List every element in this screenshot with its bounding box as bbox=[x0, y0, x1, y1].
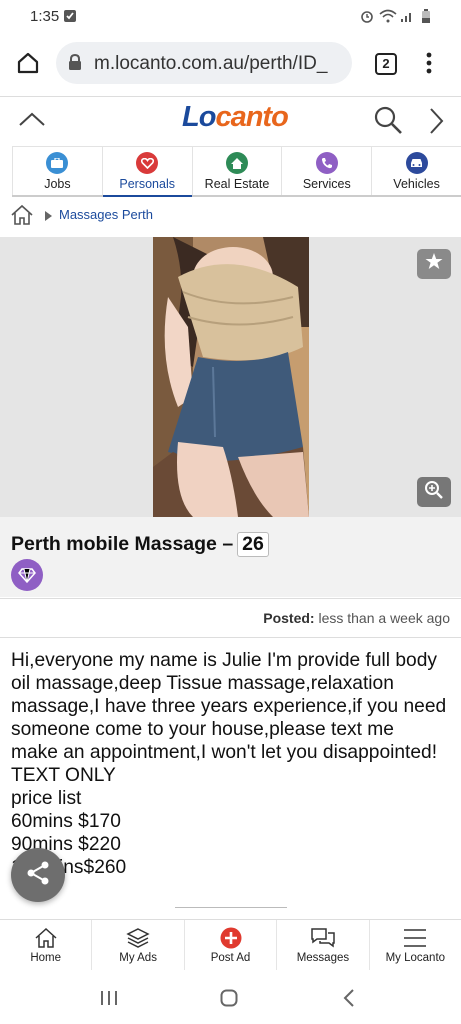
status-bar: 1:35 bbox=[0, 0, 461, 34]
browser-toolbar: m.locanto.com.au/perth/ID_ 2 bbox=[0, 34, 461, 97]
listing-photo[interactable] bbox=[153, 237, 309, 517]
description-line: Hi,everyone my name is Julie I'm provide… bbox=[11, 650, 437, 671]
category-jobs[interactable]: Jobs bbox=[12, 147, 102, 195]
nav-label: Messages bbox=[296, 952, 350, 964]
wifi-icon bbox=[379, 9, 397, 26]
zoom-button[interactable] bbox=[417, 477, 451, 507]
notification-icon bbox=[63, 9, 77, 26]
favorite-button[interactable] bbox=[417, 249, 451, 279]
layers-icon bbox=[92, 926, 183, 950]
category-label: Vehicles bbox=[393, 177, 440, 191]
category-services[interactable]: Services bbox=[281, 147, 371, 195]
status-time: 1:35 bbox=[30, 8, 60, 25]
category-label: Real Estate bbox=[204, 177, 270, 191]
signal-icon bbox=[400, 9, 414, 26]
description-line: oil massage,deep Tissue massage,relaxati… bbox=[11, 673, 394, 694]
logo-text-lo: Lo bbox=[182, 101, 216, 133]
listing-description: Hi,everyone my name is Julie I'm provide… bbox=[11, 649, 456, 879]
breadcrumb-link[interactable]: Massages Perth bbox=[59, 207, 153, 222]
search-icon[interactable] bbox=[373, 105, 403, 140]
battery-icon bbox=[421, 9, 431, 27]
home-button-icon[interactable] bbox=[220, 989, 238, 1012]
chat-bubbles-icon bbox=[277, 926, 368, 950]
phone-icon bbox=[315, 152, 338, 174]
bottom-nav: Home My Ads Post Ad Messages My Locanto bbox=[0, 919, 461, 972]
briefcase-icon bbox=[46, 152, 69, 174]
home-icon[interactable] bbox=[16, 52, 40, 79]
star-icon bbox=[425, 253, 443, 275]
logo-text-canto: canto bbox=[215, 101, 288, 133]
house-icon bbox=[225, 152, 248, 174]
listing-header: Perth mobile Massage –26 bbox=[0, 517, 461, 597]
nav-label: Post Ad bbox=[210, 952, 251, 964]
posted-value: less than a week ago bbox=[318, 610, 450, 626]
chevron-up-icon[interactable] bbox=[18, 111, 46, 132]
category-real-estate[interactable]: Real Estate bbox=[191, 147, 282, 195]
locanto-logo[interactable]: Locanto bbox=[182, 101, 289, 134]
share-icon bbox=[25, 860, 51, 891]
description-line: 60mins $170 bbox=[11, 811, 121, 832]
nav-label: My Ads bbox=[119, 952, 157, 964]
nav-post-ad[interactable]: Post Ad bbox=[183, 920, 276, 971]
zoom-in-icon bbox=[424, 480, 444, 505]
caret-right-icon bbox=[45, 209, 52, 224]
url-text: m.locanto.com.au/perth/ID_ bbox=[94, 53, 328, 74]
car-icon bbox=[405, 152, 428, 174]
category-vehicles[interactable]: Vehicles bbox=[371, 147, 461, 195]
nav-my-ads[interactable]: My Ads bbox=[91, 920, 183, 971]
listing-title-text: Perth mobile Massage – bbox=[11, 533, 234, 555]
system-nav-bar bbox=[0, 970, 461, 1024]
category-label: Personals bbox=[119, 177, 175, 191]
heart-icon bbox=[136, 152, 159, 174]
recent-apps-icon[interactable] bbox=[100, 990, 118, 1011]
site-header: Locanto bbox=[0, 97, 461, 145]
diamond-icon bbox=[11, 559, 43, 591]
more-menu-icon[interactable] bbox=[426, 52, 432, 79]
share-button[interactable] bbox=[11, 848, 65, 902]
description-line: massage,I have three years experience,if… bbox=[11, 696, 447, 717]
posted-label: Posted: bbox=[263, 610, 315, 626]
posted-row: Posted: less than a week ago bbox=[0, 598, 461, 638]
image-gallery[interactable] bbox=[0, 237, 461, 517]
nav-label: My Locanto bbox=[385, 952, 446, 964]
nav-messages[interactable]: Messages bbox=[276, 920, 368, 971]
category-label: Services bbox=[302, 177, 351, 191]
description-line: someone come to your house,please text m… bbox=[11, 719, 394, 740]
home-outline-icon[interactable] bbox=[10, 204, 34, 229]
hamburger-menu-icon bbox=[370, 926, 461, 950]
description-line: price list bbox=[11, 788, 82, 809]
plus-circle-icon bbox=[185, 926, 276, 950]
category-nav: Jobs Personals Real Estate Services Vehi… bbox=[12, 146, 461, 197]
posted-info: Posted: less than a week ago bbox=[263, 610, 450, 626]
chevron-right-icon[interactable] bbox=[428, 107, 444, 140]
nav-my-locanto[interactable]: My Locanto bbox=[368, 920, 461, 971]
section-divider bbox=[175, 907, 287, 908]
category-personals[interactable]: Personals bbox=[101, 147, 192, 197]
lock-icon bbox=[68, 53, 82, 76]
tab-switcher-button[interactable]: 2 bbox=[375, 53, 397, 75]
nav-label: Home bbox=[30, 952, 62, 964]
address-bar[interactable]: m.locanto.com.au/perth/ID_ bbox=[56, 42, 352, 84]
home-icon bbox=[0, 926, 91, 950]
age-badge: 26 bbox=[237, 532, 269, 557]
back-icon[interactable] bbox=[343, 989, 355, 1012]
description-line: 120mins$260 bbox=[11, 857, 127, 878]
description-line: make an appointment,I won't let you disa… bbox=[11, 742, 438, 763]
category-label: Jobs bbox=[44, 177, 71, 191]
description-line: TEXT ONLY bbox=[11, 765, 116, 786]
alarm-icon bbox=[360, 9, 374, 26]
listing-title: Perth mobile Massage –26 bbox=[11, 532, 269, 557]
nav-home[interactable]: Home bbox=[0, 920, 91, 971]
description-line: 90mins $220 bbox=[11, 834, 121, 855]
